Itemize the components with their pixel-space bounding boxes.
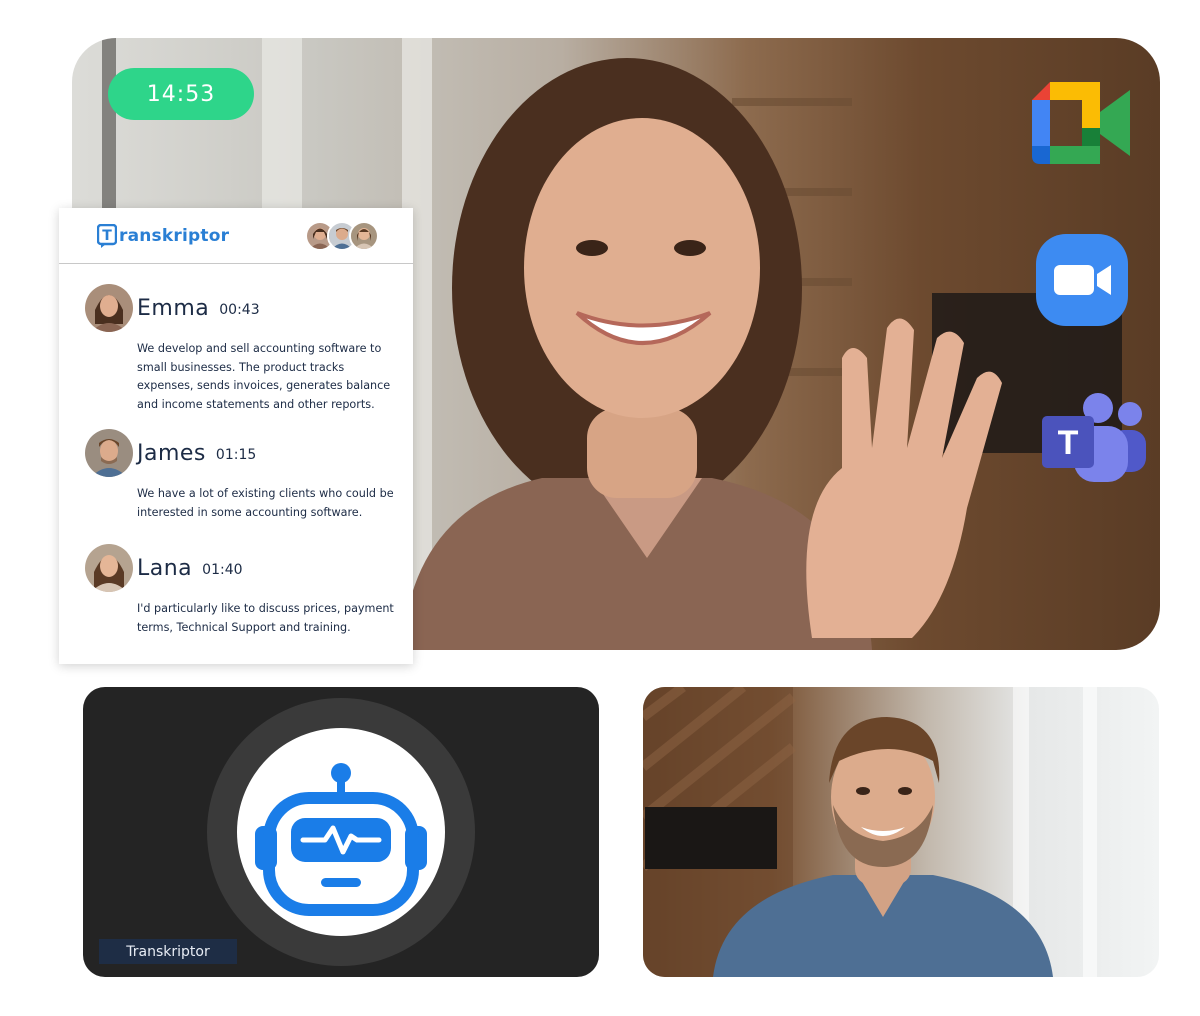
bot-participant-tile[interactable]: Transkriptor	[83, 687, 599, 977]
call-timer-badge: 14:53	[108, 68, 254, 120]
bot-name-label: Transkriptor	[99, 939, 237, 964]
speaker-timestamp[interactable]: 01:15	[216, 447, 256, 463]
teams-letter: T	[1058, 424, 1079, 462]
participant-video-tile[interactable]	[643, 687, 1159, 977]
avatar-lana	[85, 544, 133, 592]
robot-icon	[255, 763, 427, 916]
avatar-james	[85, 429, 133, 477]
bot-avatar	[237, 728, 445, 936]
transcript-entry-james: James 01:15 We have a lot of existing cl…	[85, 429, 401, 522]
avatar-emma	[85, 284, 133, 332]
teams-icon[interactable]: T	[1040, 392, 1148, 484]
speaker-name: Lana	[137, 555, 193, 581]
transcript-text: We develop and sell accounting software …	[137, 342, 391, 411]
google-meet-icon[interactable]	[1032, 82, 1132, 164]
zoom-icon[interactable]	[1036, 234, 1128, 326]
transcript-panel: T ranskriptor Emma 00:43 We develop and …	[59, 208, 413, 664]
speaker-name: James	[137, 440, 206, 466]
transkriptor-logo: T ranskriptor	[97, 223, 230, 248]
transcript-header: T ranskriptor	[59, 208, 413, 264]
svg-text:T: T	[102, 228, 112, 244]
speaker-timestamp[interactable]: 00:43	[219, 302, 259, 318]
transcript-text: I'd particularly like to discuss prices,…	[137, 602, 394, 634]
man-video-image	[643, 687, 1097, 977]
speaker-name: Emma	[137, 295, 210, 321]
transcript-entry-lana: Lana 01:40 I'd particularly like to disc…	[85, 544, 401, 637]
participant-avatar	[349, 220, 379, 251]
transcript-text: We have a lot of existing clients who co…	[137, 487, 394, 519]
speaker-timestamp[interactable]: 01:40	[202, 562, 242, 578]
participants-avatars[interactable]	[305, 220, 379, 251]
transcript-entry-emma: Emma 00:43 We develop and sell accountin…	[85, 284, 401, 414]
transkriptor-logo-mark-icon: T	[97, 223, 117, 248]
transkriptor-logo-text: ranskriptor	[119, 225, 230, 246]
